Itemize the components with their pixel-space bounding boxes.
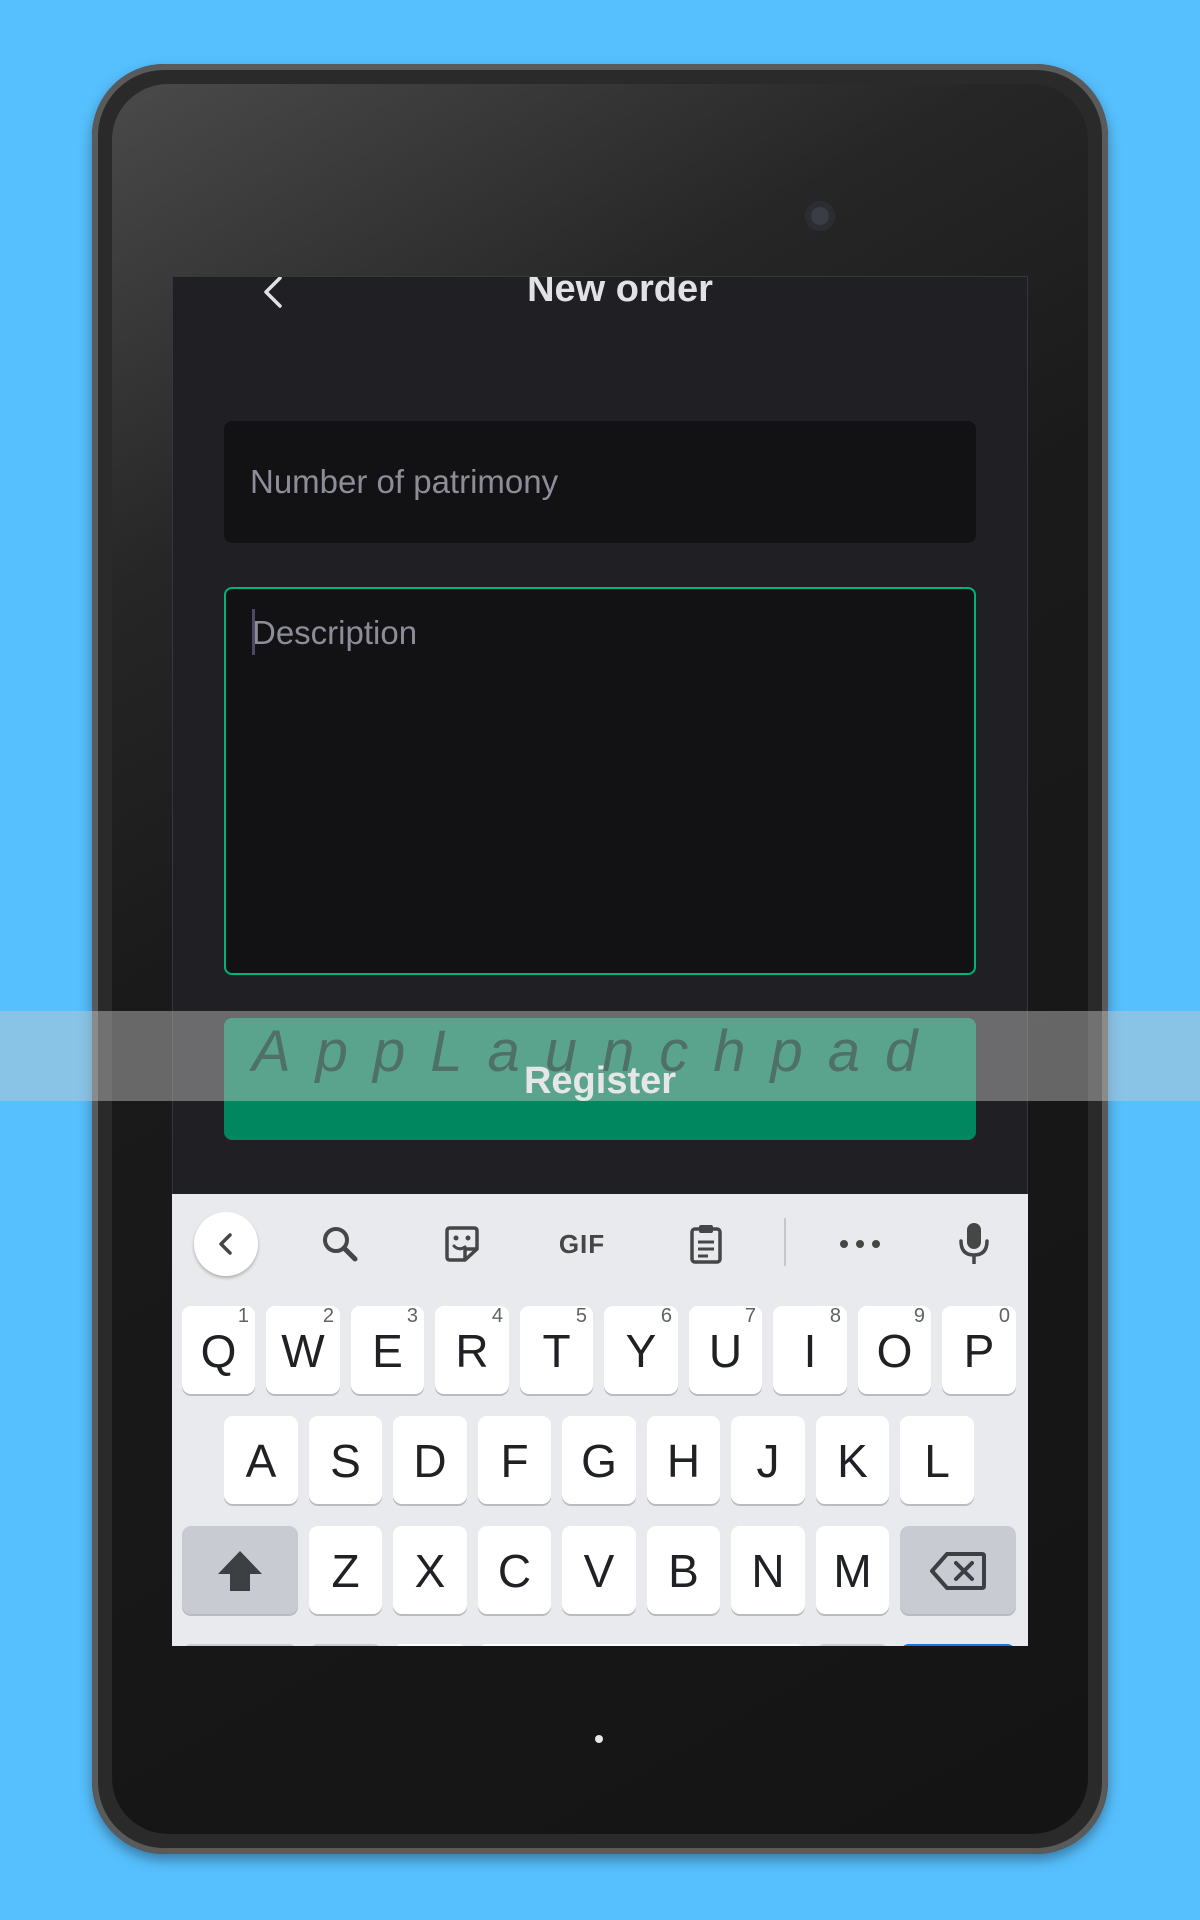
on-screen-keyboard: G I F Q 1 W 2 E 3 R 4 T 5 Y 6 U 7 I 8 O 9 …	[172, 1194, 1028, 1646]
keyboard-collapse-button[interactable]	[194, 1212, 258, 1276]
key-letter: R	[455, 1325, 489, 1377]
key-hint: 1	[237, 1305, 249, 1327]
sticker-icon	[445, 1226, 479, 1262]
gif-label: GIF	[558, 1228, 606, 1259]
key-hint: 2	[322, 1305, 334, 1327]
text-caret	[252, 609, 255, 655]
shift-key[interactable]	[182, 1526, 298, 1614]
microphone-icon	[959, 1223, 989, 1264]
key-hint: 9	[913, 1305, 925, 1327]
period-key[interactable]	[816, 1644, 889, 1646]
page-title: New order	[527, 276, 713, 310]
emoji-key[interactable]	[393, 1644, 467, 1646]
description-placeholder: Description	[252, 614, 418, 651]
key-e[interactable]: E3	[351, 1306, 424, 1394]
key-hint: 5	[575, 1305, 587, 1327]
home-indicator	[595, 1735, 603, 1743]
key-hint: 8	[829, 1305, 841, 1327]
key-hint: 7	[744, 1305, 756, 1327]
key-letter: T	[542, 1325, 571, 1377]
keyboard-sticker-button[interactable]	[430, 1212, 494, 1276]
key-o[interactable]: O9	[858, 1306, 931, 1394]
key-letter: O	[876, 1325, 913, 1377]
key-p[interactable]: P0	[942, 1306, 1016, 1394]
key-b[interactable]: B	[647, 1526, 720, 1614]
keyboard-toolbar: GIF	[172, 1194, 1028, 1290]
key-h[interactable]: H	[647, 1416, 720, 1504]
key-q[interactable]: Q1	[182, 1306, 255, 1394]
key-hint: 0	[998, 1305, 1010, 1327]
search-icon	[323, 1227, 358, 1262]
key-j[interactable]: J	[731, 1416, 805, 1504]
key-i[interactable]: I8	[773, 1306, 847, 1394]
patrimony-placeholder: Number of patrimony	[250, 463, 559, 500]
space-key[interactable]	[478, 1644, 805, 1646]
backspace-key[interactable]	[900, 1526, 1016, 1614]
comma-key[interactable]	[309, 1644, 382, 1646]
key-w[interactable]: W2	[266, 1306, 340, 1394]
front-camera	[805, 201, 835, 231]
key-m[interactable]: M	[816, 1526, 889, 1614]
shift-arrow-icon	[218, 1551, 262, 1591]
keyboard-voice-button[interactable]	[942, 1212, 1006, 1276]
key-x[interactable]: X	[393, 1526, 467, 1614]
key-v[interactable]: V	[562, 1526, 636, 1614]
key-hint: 4	[491, 1305, 503, 1327]
key-c[interactable]: C	[478, 1526, 551, 1614]
keyboard-gif-button[interactable]: GIF	[550, 1212, 614, 1276]
key-letter: Q	[200, 1325, 237, 1377]
key-a[interactable]: A	[224, 1416, 298, 1504]
key-r[interactable]: R4	[435, 1306, 509, 1394]
key-s[interactable]: S	[309, 1416, 382, 1504]
key-letter: E	[372, 1325, 403, 1377]
enter-key[interactable]	[900, 1644, 1016, 1646]
key-hint: 3	[406, 1305, 418, 1327]
description-textarea[interactable]: Description	[224, 587, 976, 975]
patrimony-input[interactable]: Number of patrimony	[224, 421, 976, 543]
key-letter: W	[281, 1325, 325, 1377]
key-f[interactable]: F	[478, 1416, 551, 1504]
clipboard-icon	[690, 1225, 722, 1264]
key-g[interactable]: G	[562, 1416, 636, 1504]
chevron-left-icon	[219, 1233, 232, 1255]
key-k[interactable]: K	[816, 1416, 889, 1504]
key-z[interactable]: Z	[309, 1526, 382, 1614]
backspace-icon	[930, 1552, 986, 1590]
keyboard-search-button[interactable]	[308, 1212, 372, 1276]
key-letter: P	[963, 1325, 995, 1377]
key-u[interactable]: U7	[689, 1306, 762, 1394]
key-letter: I	[803, 1325, 817, 1377]
keyboard-more-button[interactable]	[828, 1212, 892, 1276]
key-hint: 6	[660, 1305, 672, 1327]
toolbar-divider	[784, 1218, 786, 1266]
keyboard-clipboard-button[interactable]	[674, 1212, 738, 1276]
more-horizontal-icon	[840, 1240, 880, 1248]
key-letter: U	[708, 1325, 743, 1377]
key-d[interactable]: D	[393, 1416, 467, 1504]
app-screen: New order Number of patrimony Descriptio…	[172, 276, 1028, 1646]
key-letter: Y	[625, 1325, 657, 1377]
key-t[interactable]: T5	[520, 1306, 593, 1394]
key-l[interactable]: L	[900, 1416, 974, 1504]
watermark-text: AppLaunchpad	[252, 1019, 943, 1084]
symbols-key[interactable]	[182, 1644, 298, 1646]
key-y[interactable]: Y6	[604, 1306, 678, 1394]
key-n[interactable]: N	[731, 1526, 805, 1614]
